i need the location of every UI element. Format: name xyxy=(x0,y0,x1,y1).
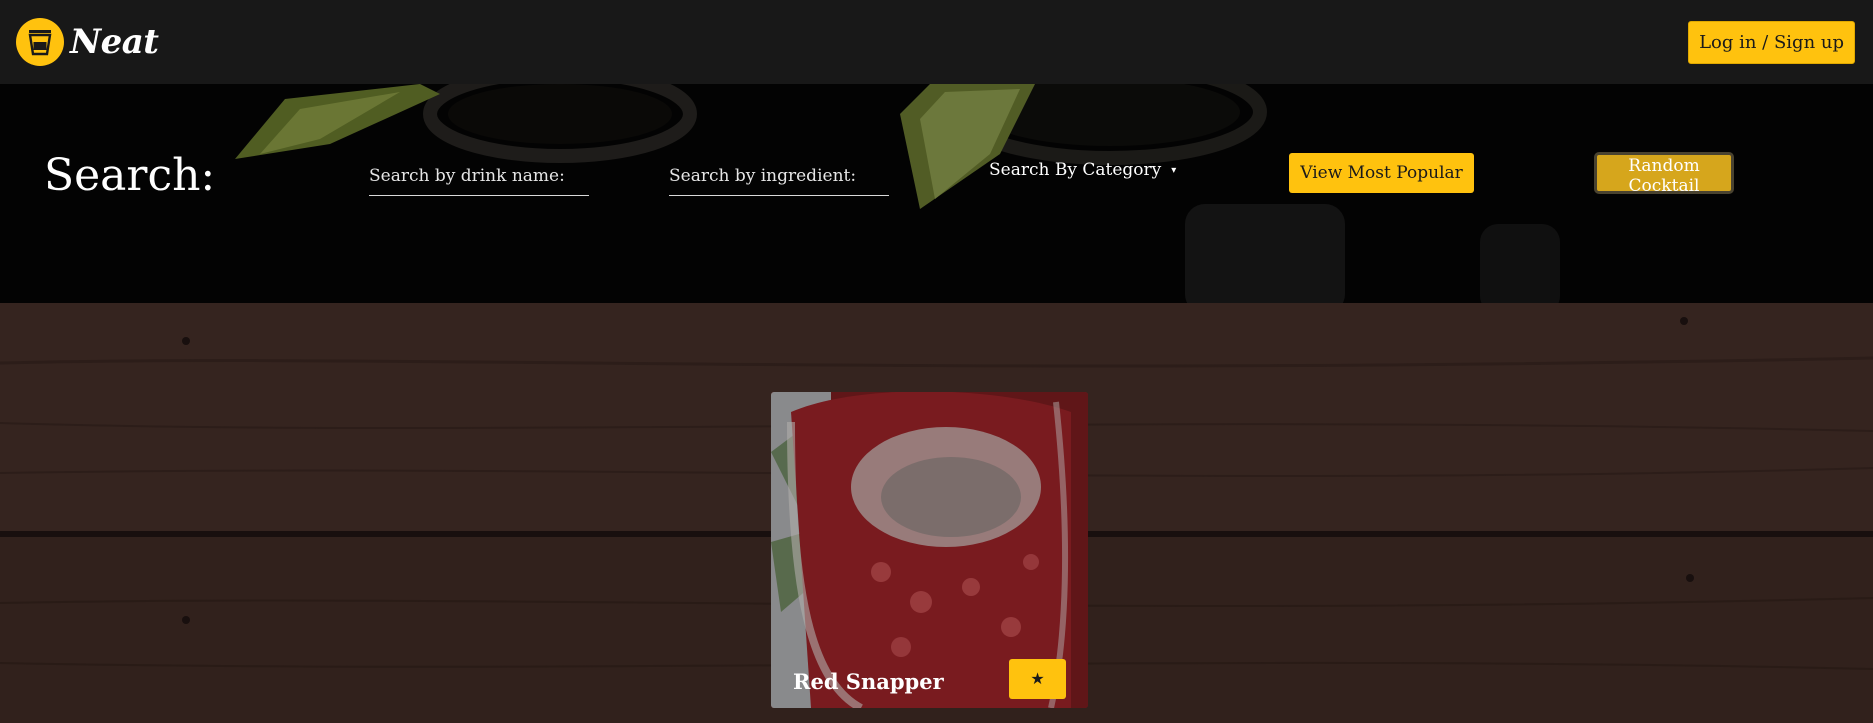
favorite-star-button[interactable]: ★ xyxy=(1009,659,1066,699)
category-dropdown-label: Search By Category xyxy=(989,160,1162,180)
caret-down-icon: ▾ xyxy=(1171,164,1177,176)
top-navbar: Neat Log in / Sign up xyxy=(0,0,1873,84)
category-dropdown[interactable]: Search By Category ▾ xyxy=(989,160,1176,180)
star-icon: ★ xyxy=(1030,671,1045,688)
cocktail-card[interactable]: Red Snapper ★ xyxy=(771,392,1088,708)
random-cocktail-button[interactable]: Random Cocktail xyxy=(1594,152,1734,196)
search-hero: Search: Search By Category ▾ View Most P… xyxy=(0,84,1873,303)
login-signup-button[interactable]: Log in / Sign up xyxy=(1688,20,1855,64)
drink-name-search-input[interactable] xyxy=(369,156,589,196)
search-title: Search: xyxy=(44,150,216,201)
brand-link[interactable]: Neat xyxy=(16,18,159,66)
hero-background-image xyxy=(0,84,1873,303)
cocktail-name: Red Snapper xyxy=(793,669,944,694)
brand-name: Neat xyxy=(70,22,159,62)
ingredient-search-input[interactable] xyxy=(669,156,889,196)
results-area: Red Snapper ★ xyxy=(0,303,1873,723)
view-most-popular-button[interactable]: View Most Popular xyxy=(1289,153,1474,193)
whiskey-glass-logo-icon xyxy=(16,18,64,66)
